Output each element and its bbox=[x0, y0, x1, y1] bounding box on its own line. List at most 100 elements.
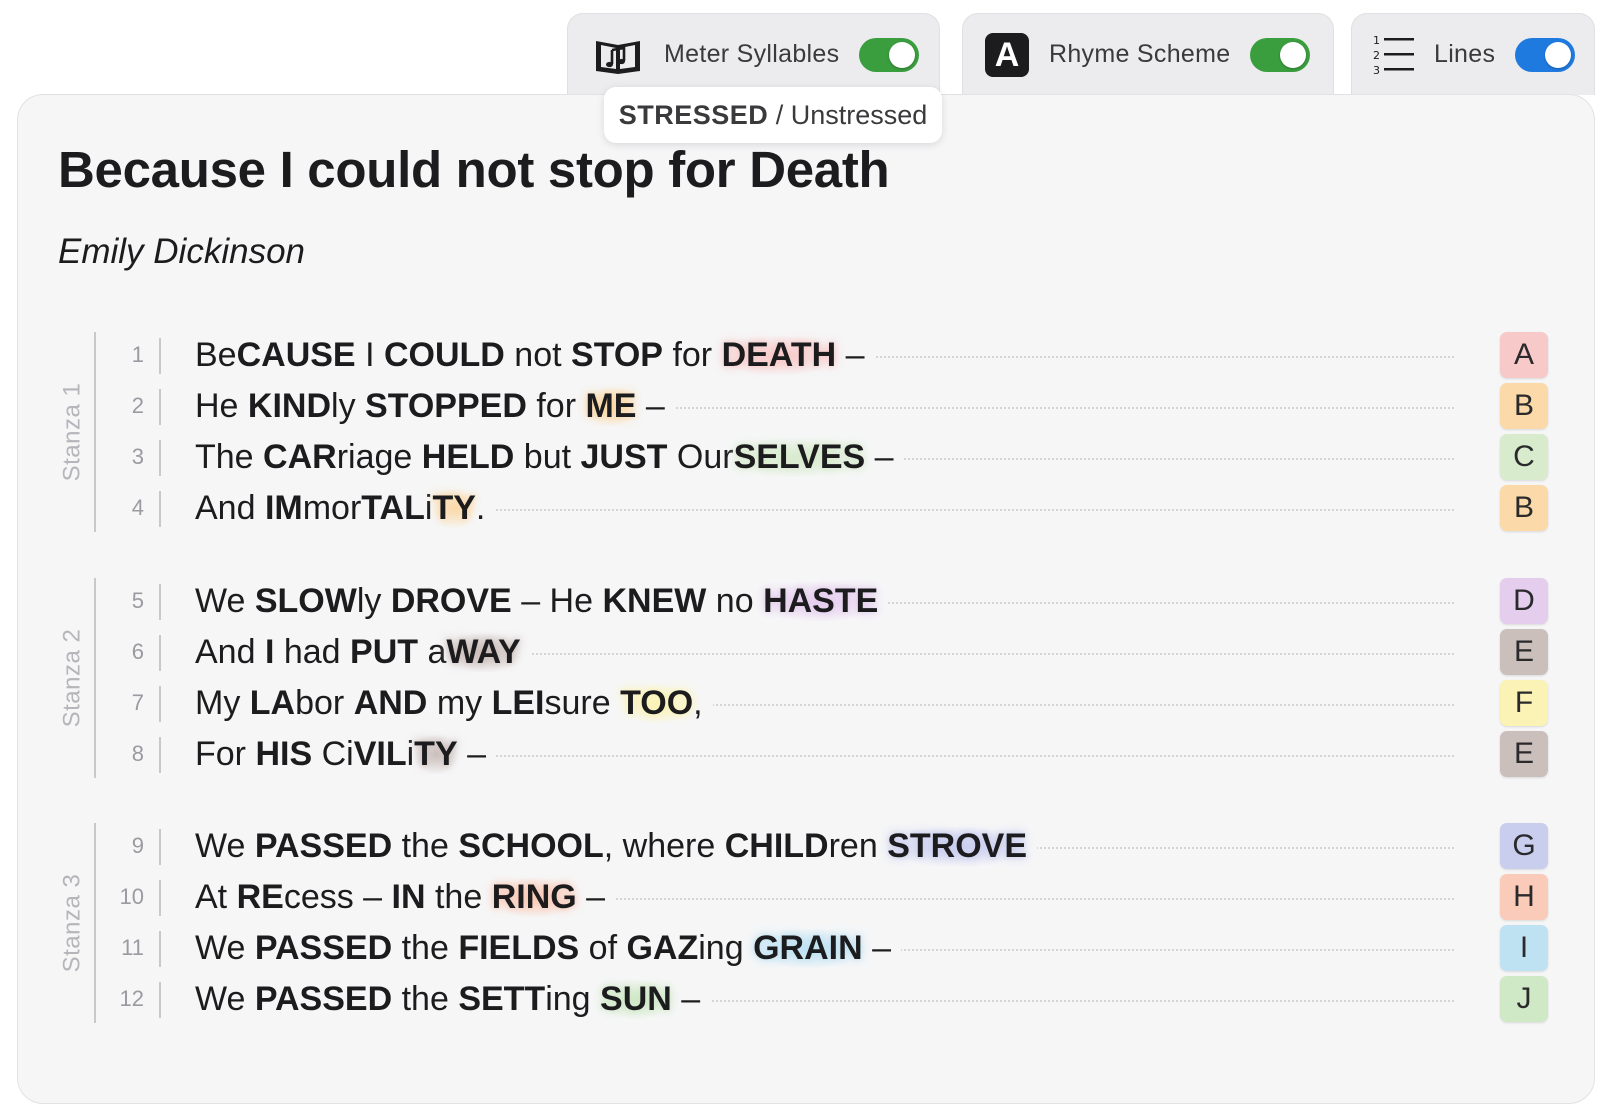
unstressed-syllable: , where bbox=[603, 827, 725, 865]
verse-text: The CAR riage HELD but JUST Our SELVES – bbox=[195, 438, 904, 477]
unstressed-syllable: Our bbox=[667, 438, 734, 476]
stressed-syllable: I bbox=[264, 633, 275, 671]
unstressed-syllable: And bbox=[195, 489, 265, 527]
lines-toggle[interactable] bbox=[1515, 37, 1576, 72]
poem-author: Emily Dickinson bbox=[58, 232, 305, 271]
letter-a-glyph: A bbox=[994, 35, 1020, 74]
stressed-syllable: JUST bbox=[580, 438, 668, 476]
stanza: Stanza 2 5 We SLOW ly DROVE – He KNEW no HA… bbox=[0, 576, 1606, 780]
unstressed-syllable: ren bbox=[828, 827, 888, 865]
stressed-syllable: SCHOOL bbox=[458, 827, 604, 865]
unstressed-syllable: We bbox=[195, 980, 255, 1018]
unstressed-syllable: – bbox=[457, 735, 486, 773]
toggle-knob bbox=[1280, 41, 1307, 68]
stressed-syllable: SELVES bbox=[733, 438, 866, 477]
unstressed-syllable: At bbox=[195, 878, 237, 916]
rhyme-badge: H bbox=[1500, 874, 1548, 920]
stressed-syllable: DEATH bbox=[721, 336, 837, 375]
lines-tab[interactable]: 1 2 3 Lines bbox=[1351, 13, 1595, 95]
line-number-divider bbox=[159, 491, 161, 527]
rhyme-badge: J bbox=[1500, 976, 1548, 1022]
unstressed-syllable: Be bbox=[195, 336, 237, 374]
stressed-syllable: HIS bbox=[255, 735, 313, 773]
verse-text: Be CAUSE I COULD not STOP for DEATH – bbox=[195, 336, 875, 375]
rhyme-badge: G bbox=[1500, 823, 1548, 869]
line-number: 2 bbox=[131, 393, 144, 418]
line-number: 7 bbox=[131, 690, 144, 715]
unstressed-syllable: – bbox=[862, 929, 891, 967]
stressed-syllable: TAL bbox=[361, 489, 425, 527]
unstressed-syllable: a bbox=[418, 633, 447, 671]
stressed-syllable: SETT bbox=[458, 980, 546, 1018]
poem-line: 4 And IM mor TAL i TY. B bbox=[0, 483, 1606, 535]
unstressed-syllable: ing bbox=[545, 980, 601, 1018]
verse-text: We PASSED the SETT ing SUN – bbox=[195, 980, 711, 1019]
unstressed-syllable: the bbox=[392, 980, 459, 1018]
line-number-divider bbox=[159, 880, 161, 916]
stressed-syllable: IM bbox=[264, 489, 303, 527]
unstressed-syllable: no bbox=[706, 582, 764, 620]
meter-syllables-toggle[interactable] bbox=[859, 37, 920, 72]
verse-text: We PASSED the FIELDS of GAZ ing GRAIN – bbox=[195, 929, 901, 968]
unstressed-syllable: And bbox=[195, 633, 265, 671]
letter-a-icon: A bbox=[985, 32, 1029, 77]
unstressed-syllable: I bbox=[355, 336, 384, 374]
unstressed-syllable: – bbox=[576, 878, 606, 916]
poem-line: 11 We PASSED the FIELDS of GAZ ing GRAIN –… bbox=[0, 923, 1606, 975]
meter-syllables-tab[interactable]: Meter Syllables bbox=[567, 13, 940, 95]
stressed-syllable: STOPPED bbox=[365, 387, 527, 425]
unstressed-syllable: bor bbox=[295, 684, 354, 722]
rhyme-badge: I bbox=[1500, 925, 1548, 971]
unstressed-syllable: My bbox=[195, 684, 250, 722]
stressed-syllable: TY bbox=[432, 489, 476, 528]
tooltip-separator: / bbox=[768, 99, 791, 130]
poem-line: 7 My LA bor AND my LEI sure TOO, F bbox=[0, 678, 1606, 730]
unstressed-syllable: . bbox=[475, 489, 486, 527]
rhyme-scheme-toggle[interactable] bbox=[1250, 37, 1311, 72]
unstressed-syllable: – bbox=[636, 387, 665, 425]
rhyme-badge: E bbox=[1500, 629, 1548, 675]
line-number-divider bbox=[159, 635, 161, 671]
line-number: 10 bbox=[119, 884, 144, 909]
svg-text:1: 1 bbox=[1373, 34, 1380, 47]
unstressed-syllable: my bbox=[427, 684, 492, 722]
unstressed-syllable: for bbox=[663, 336, 722, 374]
tooltip-unstressed: Unstressed bbox=[790, 99, 928, 130]
stressed-syllable: PASSED bbox=[254, 980, 393, 1018]
toggle-knob bbox=[889, 41, 916, 68]
stressed-syllable: RING bbox=[491, 878, 577, 917]
stanza: Stanza 3 9 We PASSED the SCHOOL, where CHI… bbox=[0, 821, 1606, 1025]
svg-text:2: 2 bbox=[1373, 49, 1380, 62]
line-number-divider bbox=[159, 584, 161, 620]
unstressed-syllable: The bbox=[195, 438, 264, 476]
line-number: 11 bbox=[121, 935, 144, 960]
poem-title: Because I could not stop for Death bbox=[58, 141, 890, 198]
tooltip-stressed: STRESSED bbox=[618, 99, 769, 130]
svg-text:3: 3 bbox=[1373, 64, 1380, 77]
rhyme-scheme-tab[interactable]: A Rhyme Scheme bbox=[962, 13, 1334, 95]
poem-line: 12 We PASSED the SETT ing SUN – J bbox=[0, 974, 1606, 1026]
meter-tooltip: STRESSED / Unstressed bbox=[604, 87, 942, 143]
poem-line: 2 He KIND ly STOPPED for ME – B bbox=[0, 381, 1606, 433]
stressed-syllable: FIELDS bbox=[458, 929, 580, 967]
stressed-syllable: TOO bbox=[620, 684, 694, 723]
stressed-syllable: SLOW bbox=[254, 582, 357, 620]
stressed-syllable: COULD bbox=[383, 336, 505, 374]
stressed-syllable: DROVE bbox=[390, 582, 512, 620]
line-number: 3 bbox=[131, 444, 144, 469]
line-number: 8 bbox=[131, 741, 144, 766]
stressed-syllable: HELD bbox=[421, 438, 515, 476]
line-number-divider bbox=[159, 829, 161, 865]
verse-text: We SLOW ly DROVE – He KNEW no HASTE bbox=[195, 582, 889, 621]
rhyme-badge: B bbox=[1500, 485, 1548, 531]
unstressed-syllable: – bbox=[865, 438, 894, 476]
stressed-syllable: PUT bbox=[350, 633, 419, 671]
poem-line: 1 Be CAUSE I COULD not STOP for DEATH – A bbox=[0, 330, 1606, 382]
poem-line: 9 We PASSED the SCHOOL, where CHILD ren ST… bbox=[0, 821, 1606, 873]
stressed-syllable: GAZ bbox=[626, 929, 699, 967]
rhyme-scheme-label: Rhyme Scheme bbox=[1049, 40, 1231, 68]
stressed-syllable: GRAIN bbox=[753, 929, 863, 968]
stressed-syllable: SUN bbox=[600, 980, 672, 1019]
line-number-divider bbox=[159, 440, 161, 476]
stressed-syllable: RE bbox=[236, 878, 284, 916]
